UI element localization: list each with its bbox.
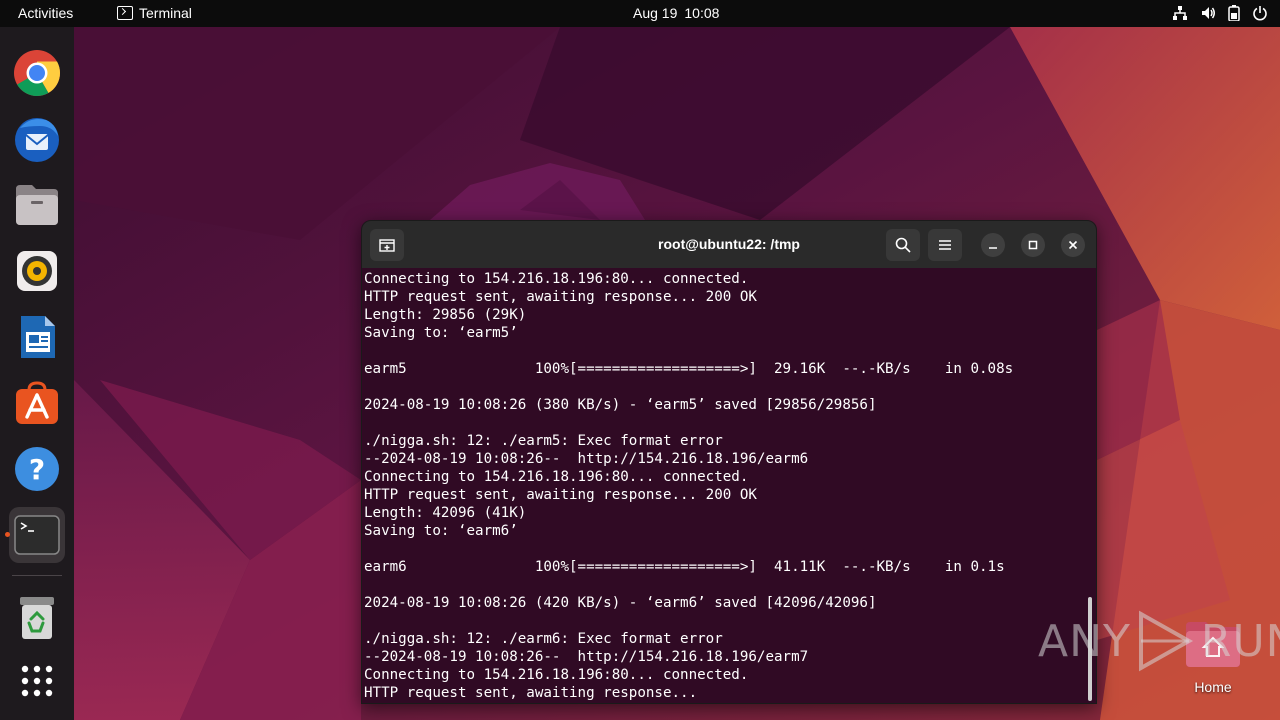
terminal-line: Connecting to 154.216.18.196:80... conne… xyxy=(364,271,749,287)
close-icon xyxy=(1068,240,1078,250)
anyrun-watermark: ANY RUN xyxy=(1038,610,1280,672)
help-icon: ? xyxy=(15,447,59,491)
minimize-button[interactable] xyxy=(981,233,1005,257)
terminal-line: earm5 100%[===================>] 29.16K … xyxy=(364,361,1014,377)
terminal-line: Saving to: ‘earm5’ xyxy=(364,325,518,341)
network-icon xyxy=(1173,6,1187,20)
dock-item-help[interactable]: ? xyxy=(9,441,65,497)
dock-item-chrome[interactable] xyxy=(9,45,65,101)
terminal-line: --2024-08-19 10:08:26-- http://154.216.1… xyxy=(364,649,809,665)
dock-item-show-apps[interactable] xyxy=(9,653,65,709)
power-icon xyxy=(1253,6,1267,21)
terminal-window[interactable]: root@ubuntu22: /tmp Connecting to 154.21… xyxy=(361,220,1097,704)
files-icon xyxy=(16,185,58,225)
terminal-icon xyxy=(14,515,60,555)
terminal-line: ./nigga.sh: 12: ./earm6: Exec format err… xyxy=(364,631,723,647)
search-icon xyxy=(895,237,911,253)
terminal-line: HTTP request sent, awaiting response... … xyxy=(364,487,757,503)
app-menu-button[interactable]: Terminal xyxy=(117,5,192,21)
terminal-header-bar[interactable]: root@ubuntu22: /tmp xyxy=(362,221,1096,268)
terminal-line: Connecting to 154.216.18.196:80... conne… xyxy=(364,469,749,485)
play-logo-icon xyxy=(1138,610,1193,672)
terminal-output[interactable]: Connecting to 154.216.18.196:80... conne… xyxy=(364,270,1086,703)
terminal-icon xyxy=(117,6,133,20)
activities-button[interactable]: Activities xyxy=(18,5,73,21)
app-center-icon xyxy=(16,381,58,424)
trash-icon xyxy=(20,597,54,639)
dock-separator xyxy=(12,575,62,576)
dock-item-libreoffice-writer[interactable] xyxy=(9,309,65,365)
watermark-text-right: RUN xyxy=(1200,615,1280,667)
minimize-icon xyxy=(989,247,997,249)
watermark-text-left: ANY xyxy=(1038,615,1131,667)
maximize-button[interactable] xyxy=(1021,233,1045,257)
rhythmbox-icon xyxy=(17,251,57,291)
dock: ? xyxy=(0,27,74,720)
battery-icon xyxy=(1228,5,1240,21)
system-tray[interactable] xyxy=(1172,5,1268,21)
dock-item-trash[interactable] xyxy=(9,590,65,646)
menu-button[interactable] xyxy=(928,229,962,261)
terminal-line: earm6 100%[===================>] 41.11K … xyxy=(364,559,1005,575)
dock-item-thunderbird[interactable] xyxy=(9,111,65,167)
clock-time: 10:08 xyxy=(684,5,720,21)
maximize-icon xyxy=(1028,240,1038,250)
svg-text:?: ? xyxy=(29,453,45,486)
terminal-line: --2024-08-19 10:08:26-- http://154.216.1… xyxy=(364,451,809,467)
terminal-line: HTTP request sent, awaiting response... … xyxy=(364,289,757,305)
terminal-line: ./nigga.sh: 12: ./earm5: Exec format err… xyxy=(364,433,723,449)
dock-item-app-center[interactable] xyxy=(9,375,65,431)
clock-date: Aug 19 xyxy=(633,5,678,21)
terminal-line: 2024-08-19 10:08:26 (420 KB/s) - ‘earm6’… xyxy=(364,595,877,611)
thunderbird-icon xyxy=(15,118,59,162)
top-bar: Activities Terminal Aug 19 10:08 xyxy=(0,0,1280,27)
terminal-line: 2024-08-19 10:08:26 (380 KB/s) - ‘earm5’… xyxy=(364,397,877,413)
dock-item-files[interactable] xyxy=(9,177,65,233)
hamburger-menu-icon xyxy=(939,240,951,250)
chrome-icon xyxy=(14,50,61,96)
close-button[interactable] xyxy=(1061,233,1085,257)
search-button[interactable] xyxy=(886,229,920,261)
terminal-line: Saving to: ‘earm6’ xyxy=(364,523,518,539)
clock-button[interactable]: Aug 19 10:08 xyxy=(633,5,719,21)
terminal-line: HTTP request sent, awaiting response... xyxy=(364,685,698,701)
home-folder-label: Home xyxy=(1194,679,1232,695)
app-menu-label: Terminal xyxy=(139,5,192,21)
terminal-line: Connecting to 154.216.18.196:80... conne… xyxy=(364,667,749,683)
app-grid-icon xyxy=(21,665,53,697)
terminal-line: Length: 29856 (29K) xyxy=(364,307,527,323)
running-indicator xyxy=(5,532,10,537)
writer-icon xyxy=(21,316,55,358)
terminal-line: Length: 42096 (41K) xyxy=(364,505,527,521)
dock-item-rhythmbox[interactable] xyxy=(9,243,65,299)
dock-item-terminal[interactable] xyxy=(9,507,65,563)
volume-icon xyxy=(1202,7,1215,19)
